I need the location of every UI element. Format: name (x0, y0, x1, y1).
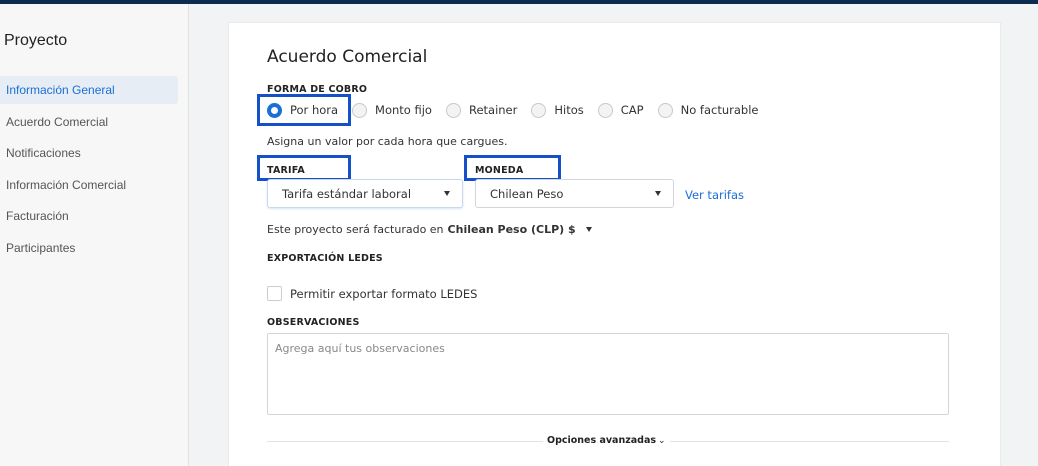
radio-circle (657, 102, 673, 118)
radio-label: Retainer (468, 103, 518, 117)
chevron-down-icon[interactable] (585, 227, 592, 232)
observations-label: OBSERVACIONES (267, 317, 360, 328)
billing-currency-prefix: Este proyecto será facturado en (267, 223, 444, 236)
advanced-options-label: Opciones avanzadas (547, 435, 657, 446)
billing-form-radio-group: Por hora Monto fijo Retainer Hitos CAP N… (267, 100, 772, 120)
radio-circle (531, 102, 547, 118)
radio-no-facturable[interactable]: No facturable (657, 102, 759, 118)
radio-label: CAP (620, 103, 644, 117)
advanced-options-toggle[interactable]: Opciones avanzadas ⌄ (543, 435, 670, 446)
radio-cap[interactable]: CAP (597, 102, 644, 118)
ledes-checkbox-label: Permitir exportar formato LEDES (290, 286, 478, 301)
radio-monto-fijo[interactable]: Monto fijo (352, 102, 432, 118)
billing-currency-summary: Este proyecto será facturado en Chilean … (267, 223, 592, 236)
sidebar-title: Proyecto (4, 32, 68, 49)
sidebar-item-informacion-general[interactable]: Información General (0, 76, 178, 104)
sidebar-item-informacion-comercial[interactable]: Información Comercial (0, 171, 178, 199)
view-rates-link[interactable]: Ver tarifas (685, 188, 744, 202)
currency-select[interactable]: Chilean Peso (475, 179, 674, 208)
radio-circle (352, 102, 368, 118)
ledes-export-label: EXPORTACIÓN LEDES (267, 253, 383, 264)
radio-hitos[interactable]: Hitos (531, 102, 584, 118)
sidebar-item-participantes[interactable]: Participantes (0, 234, 178, 262)
currency-select-value: Chilean Peso (490, 186, 564, 201)
billing-form-label: FORMA DE COBRO (267, 84, 368, 95)
rate-select[interactable]: Tarifa estándar laboral (267, 179, 463, 208)
radio-retainer[interactable]: Retainer (445, 102, 518, 118)
ledes-export-checkbox[interactable]: Permitir exportar formato LEDES (267, 286, 477, 301)
radio-circle-selected (267, 102, 282, 118)
radio-label: No facturable (680, 103, 759, 117)
sidebar-nav: Información General Acuerdo Comercial No… (0, 76, 178, 265)
currency-label: MONEDA (475, 165, 524, 176)
sidebar-item-notificaciones[interactable]: Notificaciones (0, 139, 178, 167)
chevron-down-icon (444, 191, 450, 196)
commercial-agreement-card: Acuerdo Comercial FORMA DE COBRO Por hor… (228, 22, 1001, 466)
chevron-down-icon (655, 191, 661, 196)
billing-hint: Asigna un valor por cada hora que cargue… (267, 135, 508, 148)
sidebar-item-acuerdo-comercial[interactable]: Acuerdo Comercial (0, 108, 178, 136)
rate-select-value: Tarifa estándar laboral (282, 186, 412, 201)
radio-label: Monto fijo (375, 103, 432, 117)
rate-label: TARIFA (267, 165, 305, 176)
section-title: Acuerdo Comercial (267, 47, 428, 67)
radio-label: Hitos (554, 103, 584, 117)
checkbox-box (267, 286, 282, 301)
radio-label: Por hora (290, 103, 339, 117)
sidebar-item-facturacion[interactable]: Facturación (0, 202, 178, 230)
radio-circle (445, 102, 461, 118)
chevron-down-icon: ⌄ (658, 435, 666, 446)
radio-circle (597, 102, 613, 118)
radio-por-hora[interactable]: Por hora (267, 102, 339, 118)
observations-textarea[interactable]: Agrega aquí tus observaciones (267, 333, 949, 415)
sidebar: Proyecto Información General Acuerdo Com… (0, 4, 189, 466)
billing-currency-value: Chilean Peso (CLP) $ (447, 223, 576, 236)
